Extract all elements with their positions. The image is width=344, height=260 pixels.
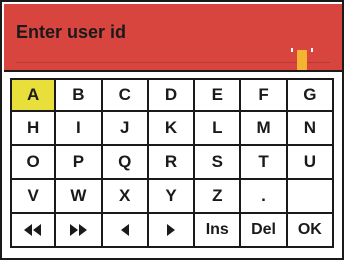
- key-n[interactable]: N: [287, 112, 334, 146]
- cursor-right-icon: [166, 224, 175, 236]
- key-l[interactable]: L: [195, 112, 242, 146]
- key-g[interactable]: G: [287, 78, 334, 112]
- key-i[interactable]: I: [56, 112, 103, 146]
- key-e[interactable]: E: [195, 78, 242, 112]
- key-u[interactable]: U: [287, 146, 334, 180]
- cursor-right-button[interactable]: [148, 214, 196, 248]
- key-x[interactable]: X: [102, 180, 149, 214]
- key-c[interactable]: C: [102, 78, 149, 112]
- cursor-left-button[interactable]: [102, 214, 149, 248]
- keyboard-row-3: O P Q R S T U: [10, 146, 334, 180]
- keyboard-row-4: V W X Y Z .: [10, 180, 334, 214]
- delete-button[interactable]: Del: [241, 214, 288, 248]
- key-t[interactable]: T: [241, 146, 288, 180]
- ok-button[interactable]: OK: [287, 214, 334, 248]
- fast-forward-icon: [70, 224, 88, 236]
- rewind-button[interactable]: [10, 214, 57, 248]
- keypad-frame: Enter user id A B C D E F G H I J K L M …: [0, 0, 344, 260]
- key-blank: [287, 180, 334, 214]
- key-b[interactable]: B: [56, 78, 103, 112]
- rewind-icon: [24, 224, 42, 236]
- keyboard-row-5: Ins Del OK: [10, 214, 334, 248]
- key-s[interactable]: S: [195, 146, 242, 180]
- cursor-tick-right: [311, 48, 313, 52]
- key-k[interactable]: K: [148, 112, 196, 146]
- key-z[interactable]: Z: [195, 180, 242, 214]
- onscreen-keyboard: A B C D E F G H I J K L M N O P Q R S T …: [10, 78, 334, 248]
- key-w[interactable]: W: [56, 180, 103, 214]
- key-r[interactable]: R: [148, 146, 196, 180]
- cursor-left-icon: [120, 224, 129, 236]
- key-h[interactable]: H: [10, 112, 57, 146]
- key-o[interactable]: O: [10, 146, 57, 180]
- text-cursor: [297, 50, 307, 72]
- key-m[interactable]: M: [241, 112, 288, 146]
- key-p[interactable]: P: [56, 146, 103, 180]
- key-a[interactable]: A: [10, 78, 57, 112]
- keyboard-row-2: H I J K L M N: [10, 112, 334, 146]
- prompt-title: Enter user id: [16, 22, 127, 42]
- prompt-header: Enter user id: [4, 4, 342, 72]
- key-q[interactable]: Q: [102, 146, 149, 180]
- insert-button[interactable]: Ins: [195, 214, 242, 248]
- key-period[interactable]: .: [241, 180, 288, 214]
- key-j[interactable]: J: [102, 112, 149, 146]
- header-divider: [4, 70, 342, 72]
- key-f[interactable]: F: [241, 78, 288, 112]
- cursor-tick-left: [291, 48, 293, 52]
- fast-forward-button[interactable]: [56, 214, 103, 248]
- key-v[interactable]: V: [10, 180, 57, 214]
- key-y[interactable]: Y: [148, 180, 196, 214]
- input-field[interactable]: [16, 62, 330, 63]
- keyboard-row-1: A B C D E F G: [10, 78, 334, 112]
- key-d[interactable]: D: [148, 78, 196, 112]
